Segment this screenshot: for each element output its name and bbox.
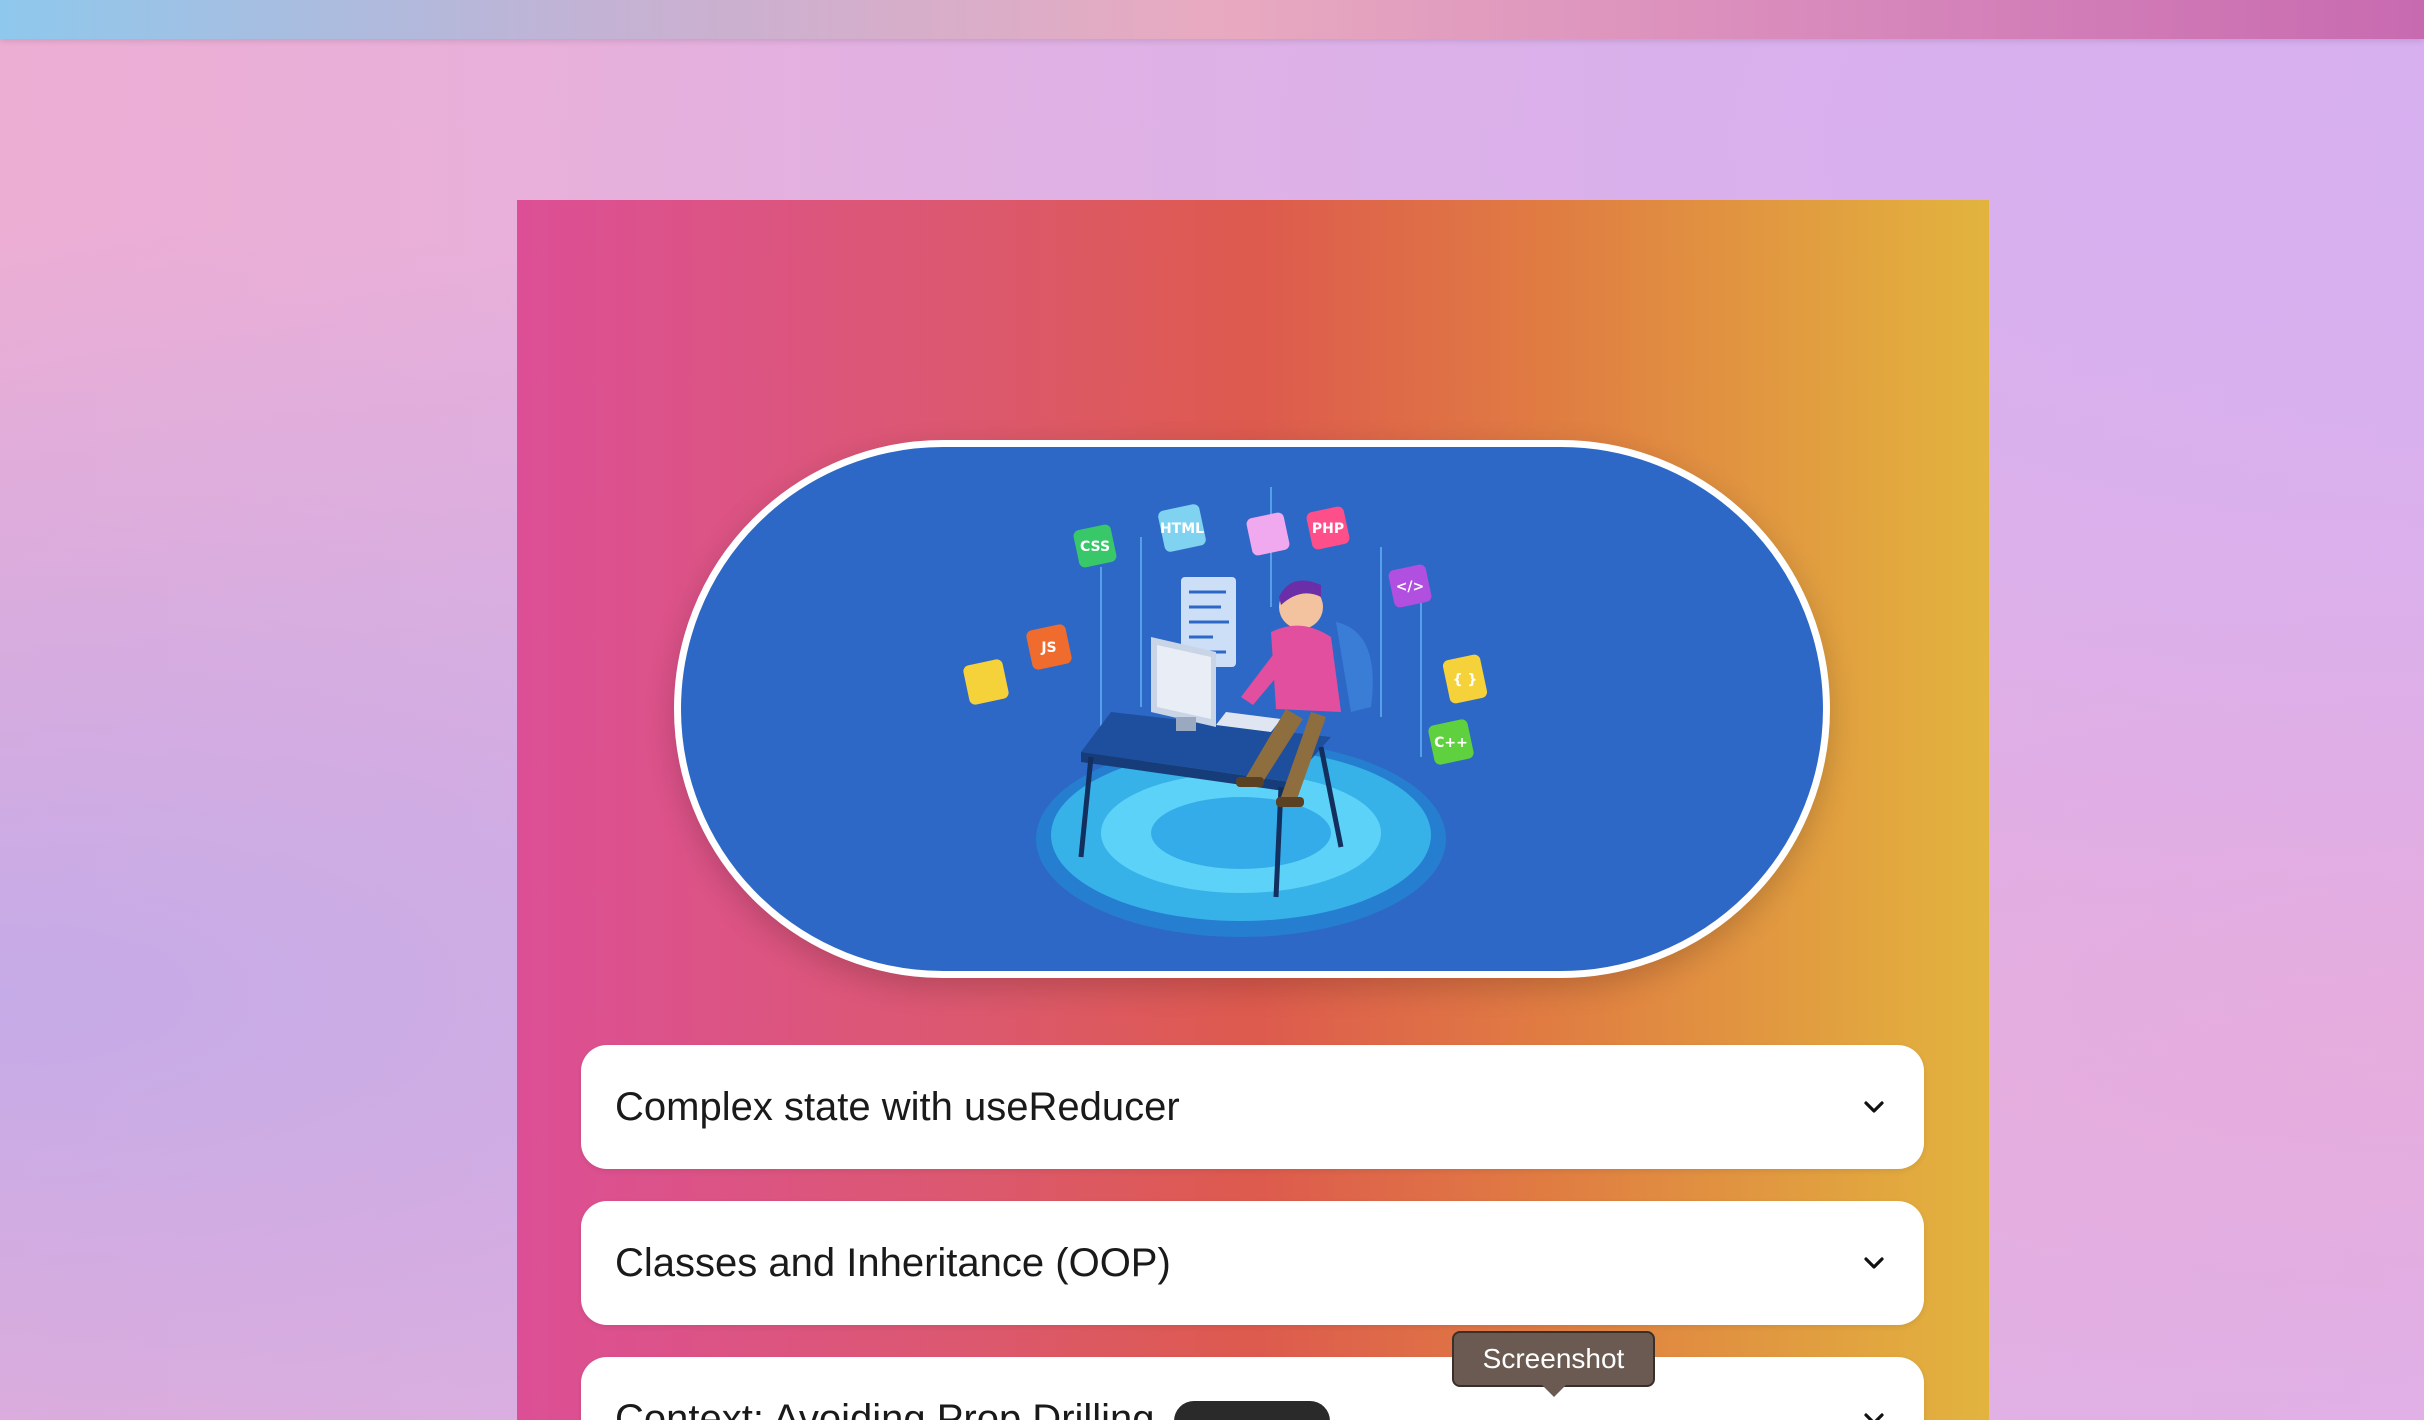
badge-php: PHP bbox=[1312, 521, 1344, 537]
badge-cpp: C++ bbox=[1434, 735, 1468, 751]
badge-code: </> bbox=[1396, 579, 1425, 595]
badge-html: HTML bbox=[1160, 521, 1204, 537]
screenshot-tooltip: Screenshot bbox=[1452, 1331, 1655, 1387]
developer-illustration-image: CSS HTML PHP JS C++ </> { } bbox=[963, 487, 1488, 937]
chevron-down-icon bbox=[1864, 1101, 1884, 1113]
accordion-item-title: Classes and Inheritance (OOP) bbox=[615, 1241, 1171, 1285]
badge-css: CSS bbox=[1080, 539, 1110, 555]
chevron-down-icon bbox=[1864, 1413, 1884, 1420]
accordion-item-title: Complex state with useReducer bbox=[615, 1085, 1180, 1129]
accordion-item-usereducer[interactable]: Complex state with useReducer bbox=[581, 1045, 1924, 1169]
dock-indicator bbox=[1174, 1401, 1330, 1420]
browser-top-strip bbox=[0, 0, 2424, 39]
tooltip-tail bbox=[1542, 1385, 1566, 1397]
chevron-down-icon bbox=[1864, 1257, 1884, 1269]
accordion-item-classes-inheritance[interactable]: Classes and Inheritance (OOP) bbox=[581, 1201, 1924, 1325]
content-panel: CSS HTML PHP JS C++ </> { } Complex stat… bbox=[517, 200, 1989, 1420]
badge-js: JS bbox=[1040, 640, 1056, 656]
hero-illustration: CSS HTML PHP JS C++ </> { } bbox=[674, 440, 1830, 978]
accordion-item-title: Context: Avoiding Prop Drilling bbox=[615, 1397, 1155, 1420]
badge-braces: { } bbox=[1453, 672, 1478, 688]
